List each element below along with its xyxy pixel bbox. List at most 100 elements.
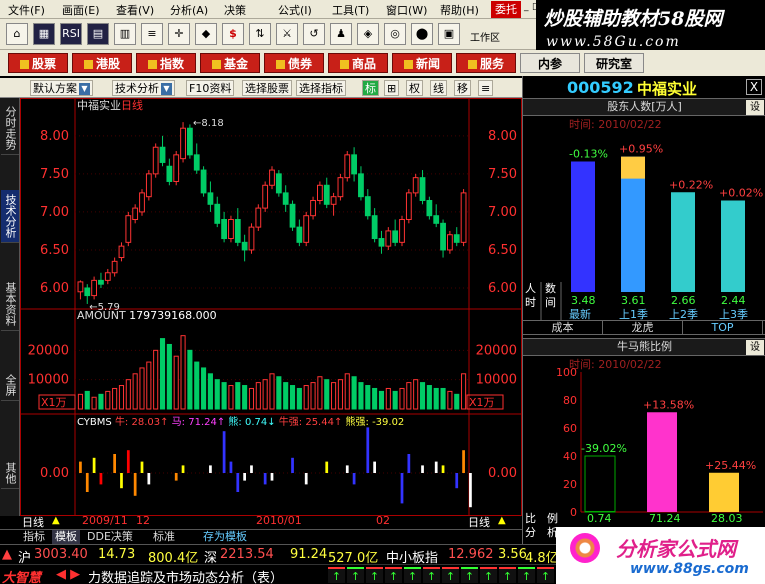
volume-bar (242, 385, 248, 410)
bullbear-settings-button[interactable]: 设 (746, 340, 764, 355)
menu-item[interactable]: 工具(T) (332, 2, 369, 18)
left-tab[interactable]: 技术分析 (1, 190, 19, 243)
menu-item[interactable]: 帮助(H) (440, 2, 479, 18)
chart-toolbar-button[interactable]: 移 (454, 80, 471, 96)
toolbar-button[interactable]: ◎ (384, 23, 406, 45)
panel-tab[interactable]: 龙虎 (603, 321, 683, 335)
candle-body (344, 154, 351, 179)
category-button[interactable]: 指数 (136, 53, 196, 73)
date-tick: 2010/01 (256, 514, 302, 527)
menu-item[interactable]: 决策 (224, 2, 246, 18)
category-button[interactable]: 服务 (456, 53, 516, 73)
toolbar-button[interactable]: $ (222, 23, 244, 45)
category-label: 新闻 (415, 57, 440, 71)
category-button[interactable]: 基金 (200, 53, 260, 73)
candle-body (221, 219, 227, 240)
shareholder-settings-button[interactable]: 设 (746, 100, 764, 115)
indicator-tab[interactable]: DDE决策 (84, 530, 136, 544)
toolbar-button[interactable]: ◆ (195, 23, 217, 45)
indicator-bar (126, 450, 130, 473)
work-area-label[interactable]: 工作区 (470, 29, 500, 44)
chart-toolbar-button[interactable]: ≡ (478, 80, 494, 96)
chart-toolbar-button[interactable]: 权 (406, 80, 423, 96)
chart-canvas[interactable]: 8.00 8.00 7.50 7.50 7.00 7.00 6.50 6.50 6.00 6.00… (21, 99, 523, 517)
chart-toolbar-button[interactable]: 标 (362, 80, 379, 96)
menu-item[interactable]: 画面(E) (62, 2, 100, 18)
chart-toolbar-button[interactable]: 技术分析 ▼ (112, 80, 175, 96)
dropdown-arrow-icon[interactable]: ▼ (79, 83, 90, 95)
menu-item[interactable]: 窗口(W) (386, 2, 427, 18)
left-tab[interactable]: 分时走势 (1, 102, 19, 155)
indicator-tab[interactable]: 模板 (52, 530, 80, 544)
candle-body (317, 184, 323, 201)
left-tab[interactable]: 其他 (1, 458, 19, 489)
chart-toolbar-button[interactable]: 选择股票 (242, 80, 292, 96)
chart-toolbar-label: 选择股票 (245, 82, 289, 95)
toolbar-button[interactable]: ≡ (141, 23, 163, 45)
candle-body (152, 146, 159, 175)
indicator-tab[interactable]: 指标 (20, 530, 48, 544)
indicator-bar (140, 461, 144, 473)
category-button[interactable]: 债券 (264, 53, 324, 73)
close-icon[interactable]: X (746, 79, 762, 95)
chart-toolbar-button[interactable]: 线 (430, 80, 447, 96)
ticker-arrows-icon[interactable]: ◀ ▶ (56, 567, 80, 582)
chart-toolbar-button[interactable]: 默认方案 ▼ (30, 80, 93, 96)
volume-bar (153, 349, 159, 410)
category-button[interactable]: 内参 (520, 53, 580, 73)
chart-toolbar-button[interactable]: 选择指标 (296, 80, 346, 96)
price-tick-right: 6.00 (488, 281, 517, 296)
volume-bar (419, 382, 426, 410)
bullbear-bar (647, 412, 677, 512)
panel-tab[interactable]: TOP (683, 321, 763, 335)
toolbar-button[interactable]: ♟ (330, 23, 352, 45)
indicator-tab[interactable]: 标准 (150, 530, 178, 544)
toolbar-button[interactable]: ↺ (303, 23, 325, 45)
panel-tab[interactable]: 成本 (523, 321, 603, 335)
stock-name: 中福实业 (637, 80, 698, 98)
menu-item[interactable]: 查看(V) (116, 2, 154, 18)
volume-bar (105, 390, 111, 410)
category-button[interactable]: 商品 (328, 53, 388, 73)
footer-title: 分析家公式网 (616, 537, 736, 561)
left-tab[interactable]: 全屏 (1, 370, 19, 401)
candle-body (125, 215, 132, 243)
toolbar-button[interactable]: ◈ (357, 23, 379, 45)
chart-toolbar-button[interactable]: ⊞ (384, 80, 400, 96)
category-button[interactable]: 股票 (8, 53, 68, 73)
period-arrow-icon[interactable]: ▲ (52, 515, 60, 526)
indicator-tab[interactable]: 存为模板 (200, 530, 250, 544)
toolbar-button[interactable]: ▣ (438, 23, 460, 45)
toolbar-button[interactable]: ▤ (87, 23, 109, 45)
menu-item[interactable]: 公式(I) (278, 2, 312, 18)
toolbar-button[interactable]: ✛ (168, 23, 190, 45)
left-tab[interactable]: 基本资料 (1, 278, 19, 331)
category-button[interactable]: 新闻 (392, 53, 452, 73)
window-control-button[interactable]: _ (524, 2, 529, 12)
toolbar-button[interactable]: ⇅ (249, 23, 271, 45)
period-right[interactable]: 日线 (468, 514, 490, 530)
trade-button[interactable]: 委托 (491, 1, 521, 18)
chart-toolbar-button[interactable]: F10资料 (186, 80, 235, 96)
period-arrow-icon[interactable]: ▲ (498, 515, 506, 526)
menu-item[interactable]: 文件(F) (8, 2, 45, 18)
price-tick-left: 8.00 (40, 129, 69, 144)
menu-item[interactable]: 分析(A) (170, 2, 208, 18)
toolbar-button[interactable]: ▥ (114, 23, 136, 45)
kline-chart[interactable]: 8.00 8.00 7.50 7.50 7.00 7.00 6.50 6.50 6.00 6.00… (20, 98, 523, 517)
ticker-strip: ↑ ↑ ↑ ↑ ↑ ↑ ↑ ↑ ↑ ↑ ↑ ↑ (328, 567, 556, 583)
toolbar-button[interactable]: ▦ (33, 23, 55, 45)
dropdown-arrow-icon[interactable]: ▼ (161, 83, 172, 95)
candle-body (337, 177, 344, 198)
ticker-arrow-icon: ↑ (461, 567, 478, 583)
category-button[interactable]: 港股 (72, 53, 132, 73)
candle-body (269, 169, 275, 186)
period-left[interactable]: 日线 (22, 514, 44, 530)
category-button[interactable]: 研究室 (584, 53, 644, 73)
toolbar-button[interactable]: ⬤ (411, 23, 433, 45)
toolbar-button[interactable]: ⌂ (6, 23, 28, 45)
toolbar-button[interactable]: RSI (60, 23, 82, 45)
toolbar-button[interactable]: ⚔ (276, 23, 298, 45)
side-label: 分 (525, 526, 536, 539)
indicator-bar (263, 473, 267, 485)
